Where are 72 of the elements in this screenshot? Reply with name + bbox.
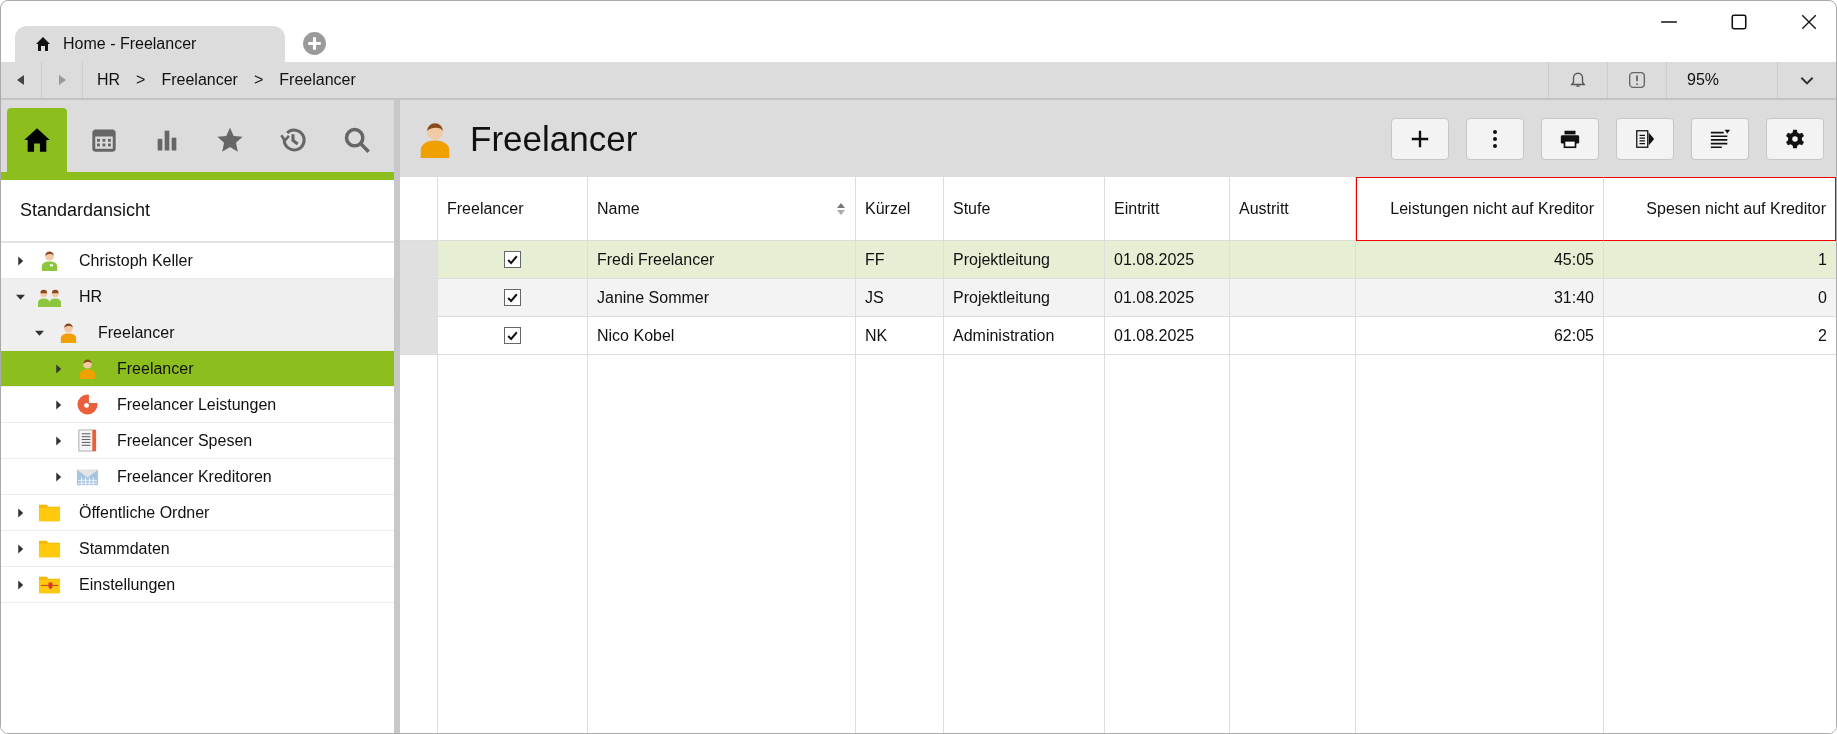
- add-tab-icon[interactable]: [302, 31, 327, 56]
- table-cell: Administration: [953, 326, 1055, 345]
- tree-item[interactable]: Freelancer Spesen: [1, 423, 394, 459]
- breadcrumb-separator: >: [135, 71, 147, 89]
- home-tab[interactable]: [7, 108, 67, 172]
- table-cell: 01.08.2025: [1114, 250, 1195, 269]
- list-icon: [1709, 127, 1731, 150]
- table-row[interactable]: Fredi Freelancer FF Projektleitung 01.08.2025 45:05 1: [400, 241, 1836, 279]
- tree-item[interactable]: Freelancer Kreditoren: [1, 459, 394, 495]
- close-icon[interactable]: [1800, 13, 1818, 31]
- history-icon: [279, 126, 308, 154]
- home-icon: [35, 36, 51, 52]
- export-button[interactable]: [1616, 117, 1674, 160]
- table-cell: FF: [865, 250, 885, 269]
- maximize-icon[interactable]: [1730, 13, 1748, 31]
- bell-icon[interactable]: [1569, 71, 1587, 89]
- caret-right-icon[interactable]: [16, 579, 25, 590]
- settings-button[interactable]: [1766, 117, 1824, 160]
- checkbox[interactable]: [504, 289, 521, 306]
- breadcrumb-link[interactable]: Freelancer: [147, 71, 252, 89]
- table-cell: 2: [1818, 326, 1827, 345]
- pie-chart-icon: [76, 393, 99, 416]
- checkbox[interactable]: [504, 327, 521, 344]
- caret-right-icon[interactable]: [16, 543, 25, 554]
- more-icon: [1492, 128, 1498, 149]
- table-cell: 31:40: [1553, 288, 1594, 307]
- table-cell: 45:05: [1553, 250, 1594, 269]
- caret-right-icon[interactable]: [54, 471, 63, 482]
- add-button[interactable]: [1391, 117, 1449, 160]
- caret-right-icon[interactable]: [54, 435, 63, 446]
- print-button[interactable]: [1541, 117, 1599, 160]
- caret-right-icon[interactable]: [16, 255, 25, 266]
- column-header[interactable]: Leistungen nicht auf Kreditor: [1356, 177, 1604, 241]
- caret-right-icon[interactable]: [16, 507, 25, 518]
- settings-icon: [1784, 127, 1806, 150]
- star-icon: [216, 126, 245, 154]
- breadcrumb-link[interactable]: Freelancer: [265, 71, 370, 89]
- table-cell: Fredi Freelancer: [597, 250, 715, 269]
- browser-tab[interactable]: Home - Freelancer: [15, 26, 285, 62]
- export-icon: [1634, 127, 1656, 150]
- list-button[interactable]: [1691, 117, 1749, 160]
- caret-right-icon[interactable]: [54, 363, 63, 374]
- home-icon: [22, 126, 51, 154]
- list-icon: [76, 429, 99, 452]
- tree-item[interactable]: Öffentliche Ordner: [1, 495, 394, 531]
- breadcrumb-separator: >: [252, 71, 265, 89]
- table-cell: Projektleitung: [953, 250, 1050, 269]
- caret-right-icon[interactable]: [54, 399, 63, 410]
- sort-icon[interactable]: [836, 201, 846, 216]
- table-row[interactable]: Janine Sommer JS Projektleitung 01.08.2025 31:40 0: [400, 279, 1836, 317]
- tree-item[interactable]: HR: [1, 279, 394, 315]
- table-cell: 01.08.2025: [1114, 326, 1195, 345]
- table-cell: 62:05: [1553, 326, 1594, 345]
- tree-item[interactable]: Freelancer Leistungen: [1, 387, 394, 423]
- table-cell: 01.08.2025: [1114, 288, 1195, 307]
- table-cell: NK: [865, 326, 888, 345]
- table-cell: 1: [1818, 250, 1827, 269]
- tree-item[interactable]: Stammdaten: [1, 531, 394, 567]
- search-icon: [342, 126, 371, 154]
- breadcrumb-link[interactable]: HR: [83, 71, 135, 89]
- page-title: Freelancer: [470, 118, 638, 159]
- table-cell: Projektleitung: [953, 288, 1050, 307]
- table-cell: JS: [865, 288, 884, 307]
- table-cell: 0: [1818, 288, 1827, 307]
- tree-item[interactable]: Freelancer: [1, 315, 394, 351]
- tree-item[interactable]: Einstellungen: [1, 567, 394, 603]
- table-cell: Nico Kobel: [597, 326, 675, 345]
- zoom-level[interactable]: 95%: [1687, 71, 1720, 89]
- table-cell: Janine Sommer: [597, 288, 710, 307]
- alert-icon[interactable]: [1628, 71, 1646, 89]
- checkbox[interactable]: [504, 251, 521, 268]
- tree-item[interactable]: Freelancer: [1, 351, 394, 387]
